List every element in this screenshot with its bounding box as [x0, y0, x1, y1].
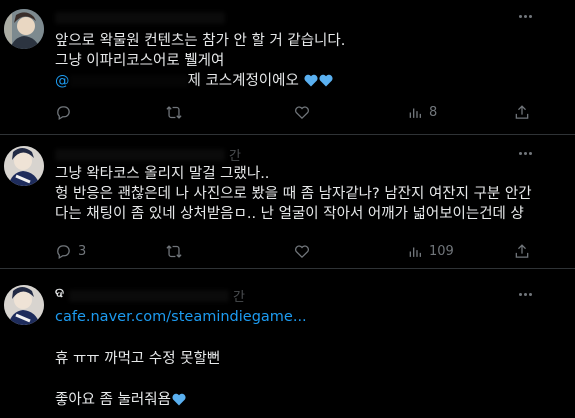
reply-button[interactable] — [55, 102, 78, 122]
tweet-time: 간 — [233, 290, 245, 305]
blue-heart-icon — [319, 74, 333, 87]
tweet-header: 간 — [55, 145, 535, 165]
more-dot — [518, 151, 522, 155]
more-options-button[interactable] — [515, 286, 535, 302]
blue-heart-icon — [304, 74, 318, 87]
timeline-feed: 앞으로 왁물원 컨텐츠는 참가 안 할 거 같습니다. 그냥 이파리코스어로 뷀… — [0, 0, 575, 418]
retweet-icon — [166, 105, 182, 119]
reply-icon — [57, 244, 70, 259]
tweet-actions: 8 — [55, 102, 565, 122]
more-dot — [523, 14, 527, 18]
tweet-line: 그냥 이파리코스어로 뷀게여 — [55, 53, 225, 69]
more-dot — [523, 151, 527, 155]
blue-heart-icon — [172, 393, 186, 406]
avatar-image — [4, 9, 44, 49]
mention-link[interactable]: @ — [55, 71, 188, 91]
views-count: 8 — [429, 104, 438, 120]
redacted-mention — [69, 75, 188, 87]
avatar[interactable] — [4, 285, 44, 325]
reply-button[interactable]: 3 — [55, 241, 86, 261]
tweet-header: ଦ 간 — [55, 286, 535, 306]
views-button[interactable]: 109 — [407, 241, 454, 261]
share-icon — [515, 104, 529, 119]
more-dot — [528, 151, 532, 155]
redacted-name — [69, 290, 229, 302]
views-button[interactable]: 8 — [407, 102, 437, 122]
tweet[interactable]: 앞으로 왁물원 컨텐츠는 참가 안 할 거 같습니다. 그냥 이파리코스어로 뷀… — [0, 0, 575, 135]
share-button[interactable] — [513, 102, 531, 122]
views-count: 109 — [429, 243, 454, 259]
mention-suffix: 제 코스계정이에오 — [187, 73, 299, 89]
views-icon — [409, 108, 421, 118]
more-dot — [528, 292, 532, 296]
tweet[interactable]: ଦ 간 cafe.naver.com/steamindiegame... 휴 ㅠ… — [0, 269, 575, 418]
tweet[interactable]: 간 그냥 왁타코스 올리지 말걸 그랬나.. 헝 반응은 괜찮은데 나 사진으로… — [0, 135, 575, 269]
heart-outline-icon — [295, 105, 309, 119]
more-options-button[interactable] — [515, 8, 535, 24]
like-button[interactable] — [293, 241, 317, 261]
tweet-link-line: cafe.naver.com/steamindiegame... — [55, 307, 563, 327]
reply-count: 3 — [78, 243, 87, 259]
avatar[interactable] — [4, 9, 44, 49]
cafe-link[interactable]: cafe.naver.com/steamindiegame... — [55, 309, 307, 325]
tweet-line: 좋아요 좀 눌러줘욤 — [55, 390, 563, 410]
tweet-text: cafe.naver.com/steamindiegame... 휴 ㅠㅠ 까먹… — [55, 307, 563, 410]
more-options-button[interactable] — [515, 145, 535, 161]
avatar[interactable] — [4, 146, 44, 186]
tweet-line: 다는 채팅이 좀 있네 상처받음ㅁ.. 난 얼굴이 작아서 어깨가 넓어보이는건… — [55, 206, 524, 222]
heart-outline-icon — [295, 244, 309, 258]
more-dot — [528, 14, 532, 18]
tweet-line: 앞으로 왁물원 컨텐츠는 참가 안 할 거 같습니다. — [55, 33, 346, 49]
avatar-image — [4, 146, 44, 186]
views-icon — [409, 247, 421, 257]
tweet-text: 그냥 왁타코스 올리지 말걸 그랬나.. 헝 반응은 괜찮은데 나 사진으로 봤… — [55, 164, 563, 224]
redacted-name — [55, 149, 225, 161]
display-name[interactable]: ଦ — [55, 286, 64, 301]
tweet-text: 앞으로 왁물원 컨텐츠는 참가 안 할 거 같습니다. 그냥 이파리코스어로 뷀… — [55, 31, 563, 91]
more-dot — [523, 292, 527, 296]
redacted-name — [55, 12, 225, 24]
share-button[interactable] — [513, 241, 531, 261]
like-button[interactable] — [293, 102, 317, 122]
tweet-line-text: 좋아요 좀 눌러줘욤 — [55, 392, 171, 408]
retweet-icon — [166, 244, 182, 258]
tweet-time: 간 — [229, 149, 241, 164]
more-dot — [518, 292, 522, 296]
tweet-line: 휴 ㅠㅠ 까먹고 수정 못할뻔 — [55, 351, 221, 367]
more-dot — [518, 14, 522, 18]
tweet-line: 그냥 왁타코스 올리지 말걸 그랬나.. — [55, 166, 270, 182]
share-icon — [515, 243, 529, 258]
tweet-line: @ 제 코스계정이에오 — [55, 71, 563, 91]
tweet-line: 헝 반응은 괜찮은데 나 사진으로 봤을 때 좀 남자같나? 남잔지 여잔지 구… — [55, 186, 532, 202]
retweet-button[interactable] — [165, 241, 189, 261]
tweet-actions: 3 109 — [55, 241, 565, 261]
reply-icon — [57, 105, 70, 120]
retweet-button[interactable] — [165, 102, 189, 122]
avatar-image — [4, 285, 44, 325]
tweet-header — [55, 8, 535, 28]
